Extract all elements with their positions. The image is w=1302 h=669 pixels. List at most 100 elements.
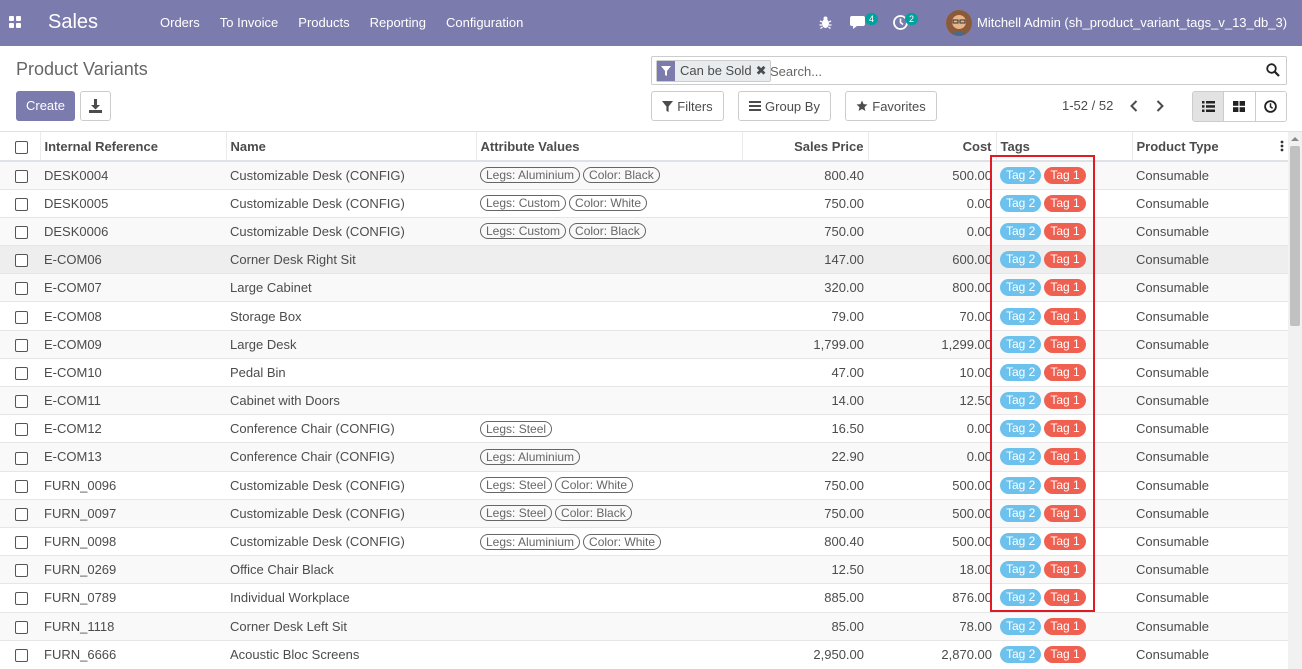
cell-sales-price[interactable]: 14.00 (742, 385, 868, 415)
cell-attribute-values[interactable]: Legs: Custom Color: Black (476, 216, 742, 246)
cell-name[interactable]: Customizable Desk (CONFIG) (226, 526, 476, 556)
table-row[interactable]: E-COM06 Corner Desk Right Sit 147.00 600.00… (0, 245, 1288, 274)
cell-product-type[interactable]: Consumable (1132, 470, 1288, 500)
table-row[interactable]: FURN_1118 Corner Desk Left Sit 85.00 78.00 T… (0, 611, 1288, 641)
cell-sales-price[interactable]: 47.00 (742, 357, 868, 387)
row-checkbox[interactable] (15, 479, 28, 493)
cell-product-type[interactable]: Consumable (1132, 583, 1288, 612)
scroll-up-icon[interactable] (1290, 135, 1300, 143)
cell-sales-price[interactable]: 79.00 (742, 301, 868, 331)
activity-view-button[interactable] (1255, 92, 1286, 121)
cell-tags[interactable]: Tag 2 Tag 1 (996, 273, 1132, 302)
cell-name[interactable]: Cabinet with Doors (226, 385, 476, 415)
cell-name[interactable]: Conference Chair (CONFIG) (226, 442, 476, 472)
cell-cost[interactable]: 0.00 (868, 216, 996, 246)
cell-tags[interactable]: Tag 2 Tag 1 (996, 188, 1132, 218)
cell-sales-price[interactable]: 1,799.00 (742, 329, 868, 359)
pager-previous-button[interactable] (1126, 96, 1142, 116)
cell-cost[interactable]: 1,299.00 (868, 329, 996, 359)
user-menu[interactable]: Mitchell Admin (sh_product_variant_tags_… (977, 15, 1287, 30)
favorites-dropdown[interactable]: Favorites (845, 91, 937, 121)
cell-internal-reference[interactable]: FURN_0269 (40, 555, 226, 584)
cell-cost[interactable]: 0.00 (868, 188, 996, 218)
cell-cost[interactable]: 12.50 (868, 385, 996, 415)
cell-tags[interactable]: Tag 2 Tag 1 (996, 555, 1132, 584)
table-row[interactable]: FURN_0096 Customizable Desk (CONFIG) Legs:… (0, 470, 1288, 500)
cell-cost[interactable]: 10.00 (868, 357, 996, 387)
cell-sales-price[interactable]: 800.40 (742, 526, 868, 556)
cell-sales-price[interactable]: 750.00 (742, 498, 868, 528)
row-checkbox[interactable] (15, 423, 28, 437)
menu-products[interactable]: Products (288, 0, 359, 46)
facet-remove-icon[interactable]: ✖ (756, 61, 771, 81)
cell-name[interactable]: Corner Desk Right Sit (226, 245, 476, 274)
cell-sales-price[interactable]: 320.00 (742, 273, 868, 302)
row-checkbox[interactable] (15, 366, 28, 380)
table-row[interactable]: E-COM09 Large Desk 1,799.00 1,299.00 Tag 2 Ta… (0, 329, 1288, 359)
table-row[interactable]: E-COM12 Conference Chair (CONFIG) Legs: St… (0, 414, 1288, 443)
cell-attribute-values[interactable]: Legs: Aluminium Color: Black (476, 160, 742, 190)
cell-cost[interactable]: 876.00 (868, 583, 996, 612)
cell-cost[interactable]: 600.00 (868, 245, 996, 274)
table-row[interactable]: FURN_0789 Individual Workplace 885.00 876.0… (0, 583, 1288, 612)
cell-internal-reference[interactable]: FURN_6666 (40, 639, 226, 669)
row-checkbox[interactable] (15, 254, 28, 268)
cell-product-type[interactable]: Consumable (1132, 357, 1288, 387)
cell-attribute-values[interactable] (476, 611, 742, 641)
cell-tags[interactable]: Tag 2 Tag 1 (996, 160, 1132, 190)
cell-name[interactable]: Pedal Bin (226, 357, 476, 387)
cell-tags[interactable]: Tag 2 Tag 1 (996, 639, 1132, 669)
row-checkbox[interactable] (15, 507, 28, 521)
cell-sales-price[interactable]: 147.00 (742, 245, 868, 274)
cell-internal-reference[interactable]: FURN_0097 (40, 498, 226, 528)
table-row[interactable]: E-COM11 Cabinet with Doors 14.00 12.50 Tag 2… (0, 385, 1288, 415)
cell-internal-reference[interactable]: E-COM07 (40, 273, 226, 302)
cell-attribute-values[interactable] (476, 385, 742, 415)
row-checkbox[interactable] (15, 197, 28, 211)
column-name[interactable]: Name (225, 132, 476, 162)
row-checkbox[interactable] (15, 620, 28, 634)
cell-tags[interactable]: Tag 2 Tag 1 (996, 442, 1132, 472)
cell-attribute-values[interactable] (476, 583, 742, 612)
cell-name[interactable]: Customizable Desk (CONFIG) (226, 216, 476, 246)
cell-attribute-values[interactable]: Legs: Aluminium Color: White (476, 526, 742, 556)
menu-configuration[interactable]: Configuration (436, 0, 533, 46)
cell-sales-price[interactable]: 750.00 (742, 188, 868, 218)
row-checkbox[interactable] (15, 536, 28, 550)
cell-attribute-values[interactable]: Legs: Steel Color: Black (476, 498, 742, 528)
cell-attribute-values[interactable] (476, 329, 742, 359)
column-internal-reference[interactable]: Internal Reference (39, 132, 226, 162)
cell-sales-price[interactable]: 12.50 (742, 555, 868, 584)
cell-sales-price[interactable]: 885.00 (742, 583, 868, 612)
row-checkbox[interactable] (15, 451, 28, 465)
cell-name[interactable]: Customizable Desk (CONFIG) (226, 498, 476, 528)
cell-tags[interactable]: Tag 2 Tag 1 (996, 357, 1132, 387)
select-all-checkbox[interactable] (15, 140, 28, 154)
cell-product-type[interactable]: Consumable (1132, 639, 1288, 669)
menu-to-invoice[interactable]: To Invoice (210, 0, 289, 46)
kanban-view-button[interactable] (1224, 92, 1256, 121)
cell-attribute-values[interactable] (476, 245, 742, 274)
cell-tags[interactable]: Tag 2 Tag 1 (996, 216, 1132, 246)
cell-internal-reference[interactable]: E-COM12 (40, 414, 226, 443)
cell-attribute-values[interactable] (476, 555, 742, 584)
create-button[interactable]: Create (16, 91, 75, 121)
cell-sales-price[interactable]: 22.90 (742, 442, 868, 472)
app-brand[interactable]: Sales (48, 11, 98, 34)
cell-internal-reference[interactable]: E-COM06 (40, 245, 226, 274)
cell-tags[interactable]: Tag 2 Tag 1 (996, 470, 1132, 500)
optional-columns-icon[interactable] (1280, 140, 1284, 152)
cell-internal-reference[interactable]: FURN_0096 (40, 470, 226, 500)
cell-internal-reference[interactable]: E-COM09 (40, 329, 226, 359)
table-row[interactable]: E-COM13 Conference Chair (CONFIG) Legs: Al… (0, 442, 1288, 472)
cell-cost[interactable]: 0.00 (868, 414, 996, 443)
cell-product-type[interactable]: Consumable (1132, 526, 1288, 556)
cell-sales-price[interactable]: 2,950.00 (742, 639, 868, 669)
cell-tags[interactable]: Tag 2 Tag 1 (996, 583, 1132, 612)
cell-name[interactable]: Acoustic Bloc Screens (226, 639, 476, 669)
cell-internal-reference[interactable]: E-COM11 (40, 385, 226, 415)
cell-product-type[interactable]: Consumable (1132, 216, 1288, 246)
cell-product-type[interactable]: Consumable (1132, 188, 1288, 218)
column-product-type[interactable]: Product Type (1131, 132, 1288, 162)
table-row[interactable]: DESK0004 Customizable Desk (CONFIG) Legs: … (0, 160, 1288, 190)
